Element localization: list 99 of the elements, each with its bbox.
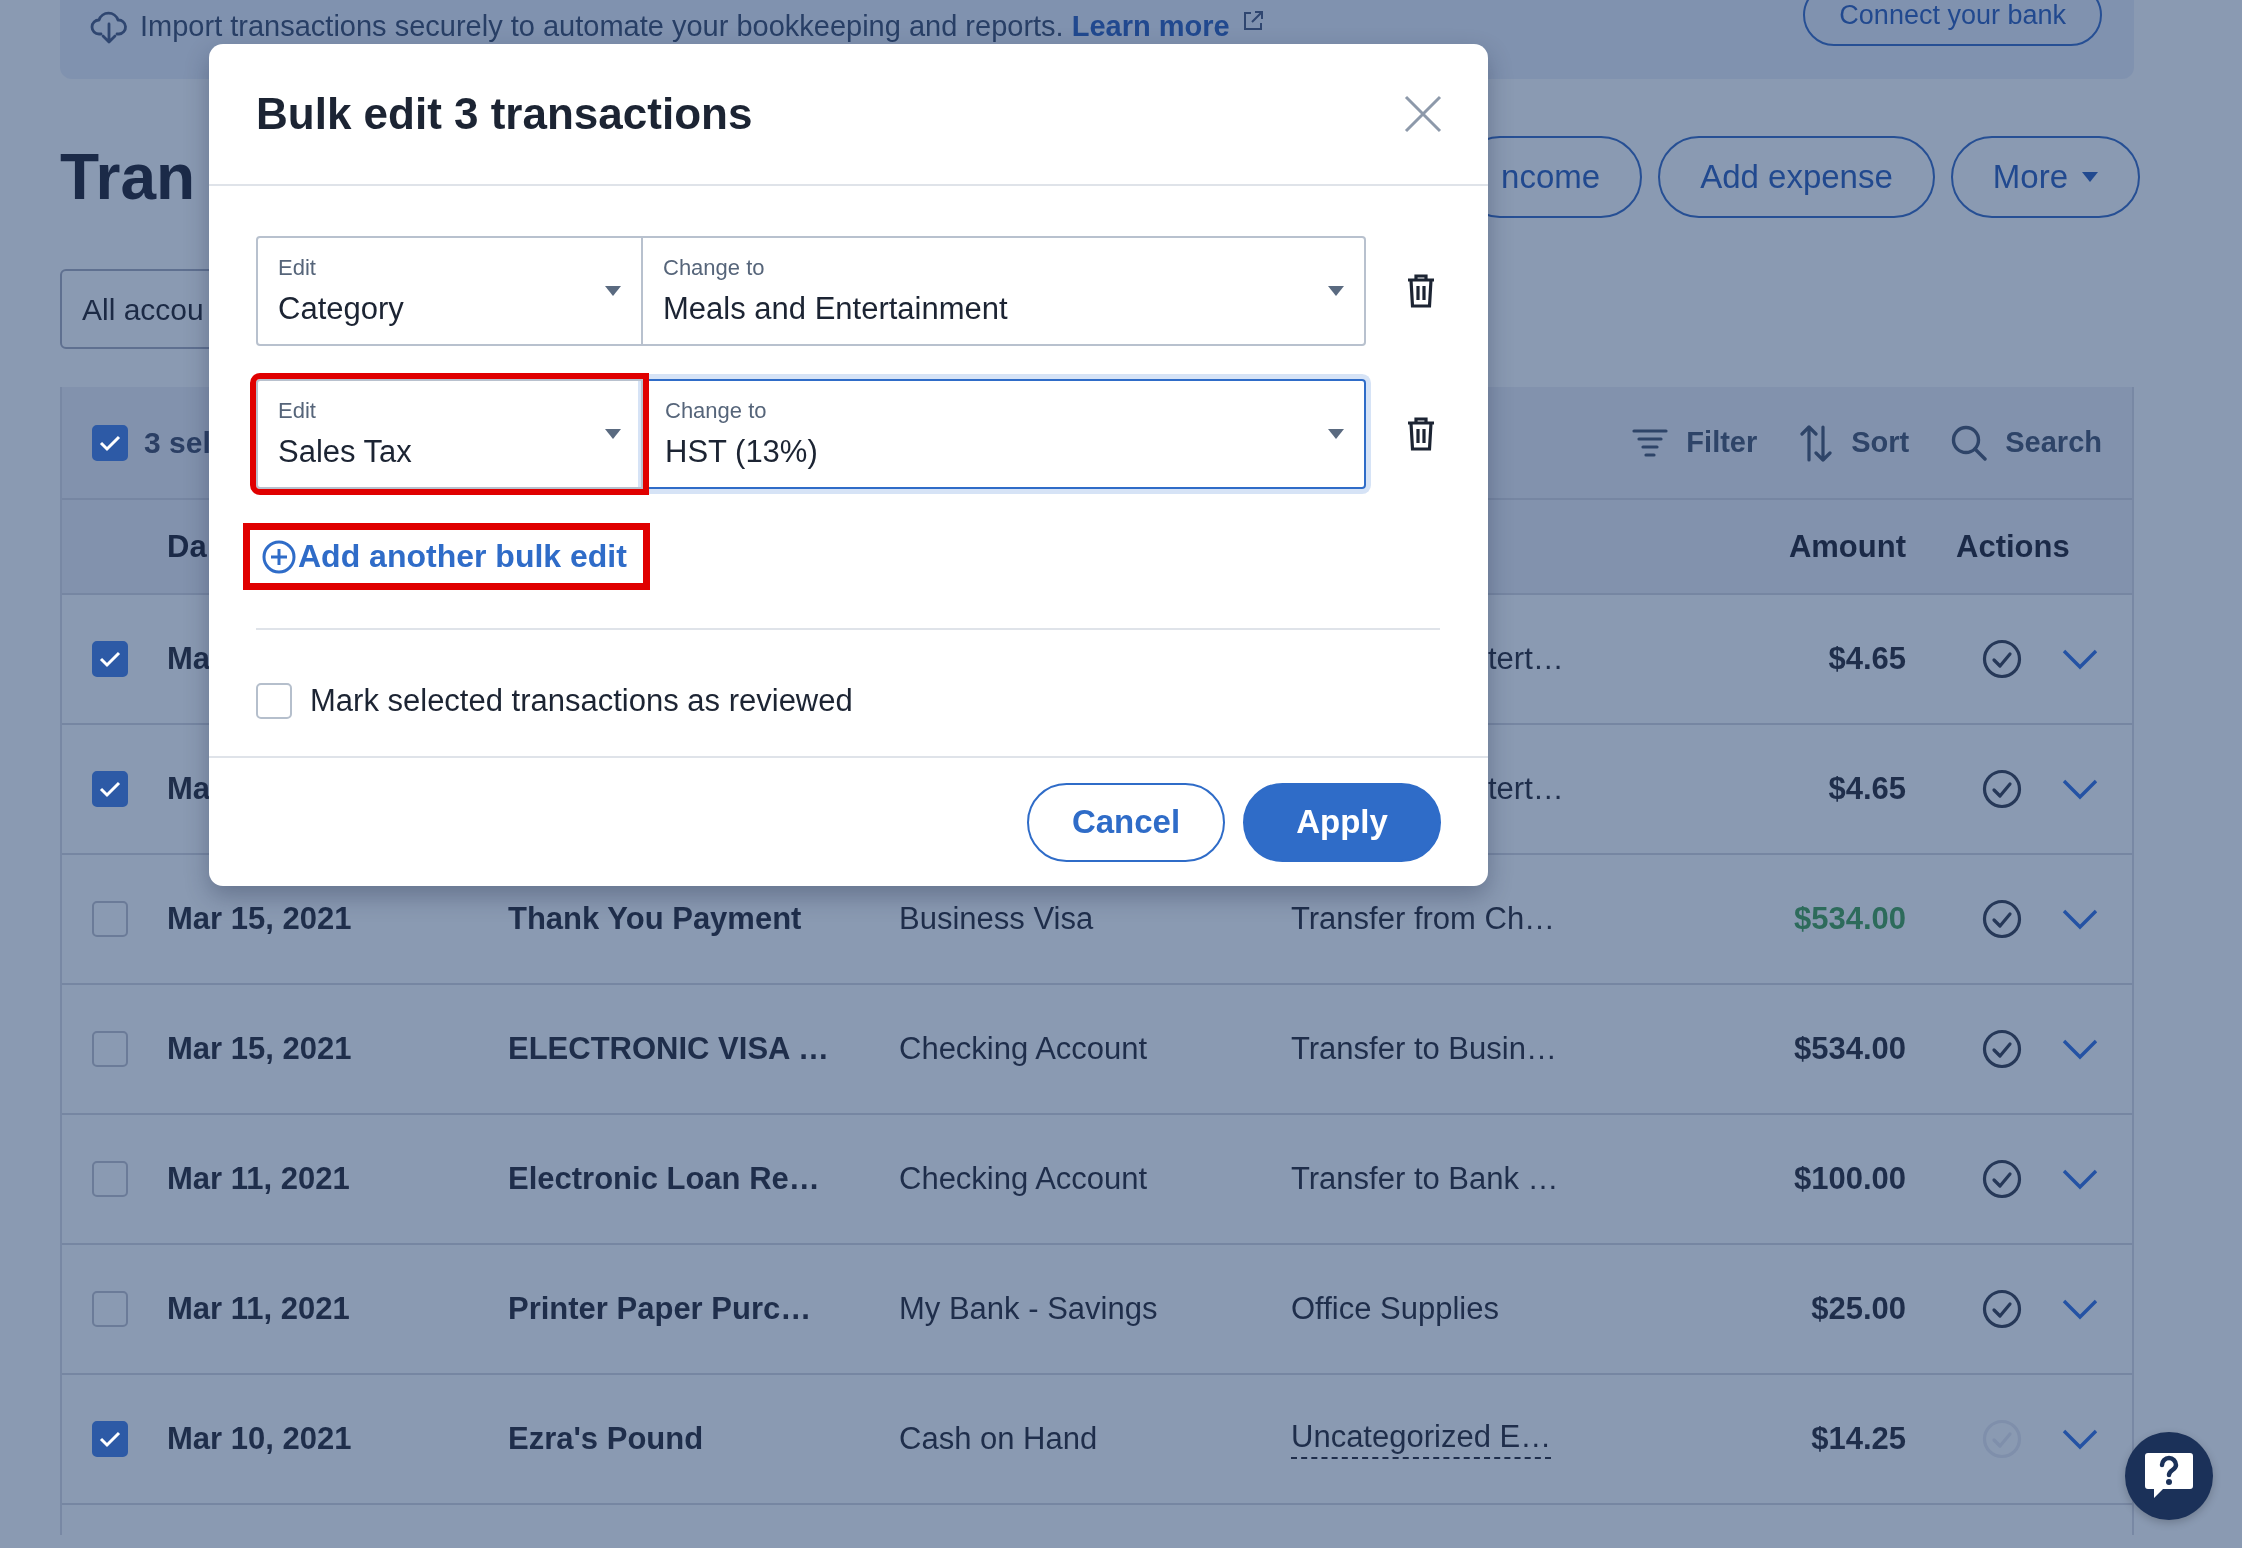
checkbox[interactable] xyxy=(92,1291,128,1327)
checkmark-icon xyxy=(98,649,122,669)
chevron-down-icon[interactable] xyxy=(2062,1038,2098,1060)
check-circle-icon[interactable] xyxy=(1982,1159,2022,1199)
field-label: Change to xyxy=(663,255,766,281)
table-cell: Mar 10, 2021 xyxy=(167,1421,352,1457)
edit-select[interactable]: Edit Category xyxy=(256,236,643,346)
check-circle-icon[interactable] xyxy=(1982,899,2022,939)
check-circle-icon[interactable] xyxy=(1982,1029,2022,1069)
table-cell: Business Visa xyxy=(899,901,1094,937)
apply-button[interactable]: Apply xyxy=(1243,782,1441,862)
checkbox[interactable] xyxy=(92,771,128,807)
selected-count: 3 sel xyxy=(144,425,211,460)
table-cell: Electronic Loan Re… xyxy=(508,1161,820,1197)
table-cell: Ezra's Pound xyxy=(508,1421,704,1457)
checkbox[interactable] xyxy=(92,901,128,937)
column-header: Actions xyxy=(1955,528,2071,565)
banner-message: Import transactions securely to automate your bookkeeping and reports. Learn more xyxy=(140,10,1230,42)
amount-cell: $534.00 xyxy=(1793,1031,1906,1067)
chevron-down-icon[interactable] xyxy=(2062,778,2098,800)
checkbox[interactable] xyxy=(92,424,128,461)
field-label: Edit xyxy=(278,255,317,281)
field-label: Change to xyxy=(665,398,768,424)
connect-bank-button[interactable]: Connect your bank xyxy=(1803,0,2102,46)
amount-cell: $14.25 xyxy=(1811,1421,1906,1457)
table-cell: Transfer to Bank … xyxy=(1291,1161,1559,1197)
table-cell: Thank You Payment xyxy=(508,901,802,937)
check-circle-icon[interactable] xyxy=(1982,769,2022,809)
table-cell: Mar 15, 2021 xyxy=(167,1031,352,1067)
header-button[interactable]: Add expense xyxy=(1658,136,1935,218)
caret-icon xyxy=(605,286,621,296)
checkbox-label: Mark selected transactions as reviewed xyxy=(310,683,853,719)
table-cell: Checking Account xyxy=(899,1031,1148,1067)
table-cell: Mar 11, 2021 xyxy=(167,1161,350,1197)
checkbox[interactable] xyxy=(92,1031,128,1067)
change-to-select[interactable]: Change to Meals and Entertainment xyxy=(643,236,1366,346)
close-icon[interactable] xyxy=(1404,95,1442,133)
caret-icon xyxy=(1328,286,1344,296)
check-circle-icon[interactable] xyxy=(1982,639,2022,679)
checkmark-icon xyxy=(98,779,122,799)
toolbar-search-button[interactable]: Search xyxy=(1951,424,2102,461)
learn-more-link[interactable]: Learn more xyxy=(1071,10,1230,42)
caret-icon xyxy=(2082,172,2098,182)
table-cell: Mar 15, 2021 xyxy=(167,901,352,937)
table-cell: Office Supplies xyxy=(1291,1291,1499,1327)
table-cell: Cash on Hand xyxy=(899,1421,1098,1457)
field-value: HST (13%) xyxy=(665,434,819,470)
column-header[interactable]: Amount xyxy=(1641,528,1906,565)
checkbox[interactable] xyxy=(92,1161,128,1197)
cancel-button[interactable]: Cancel xyxy=(1027,782,1225,862)
trash-icon[interactable] xyxy=(1406,273,1436,309)
table-cell: tert… xyxy=(1488,641,1564,677)
help-button[interactable] xyxy=(2125,1432,2213,1520)
table-cell: Printer Paper Purc… xyxy=(508,1291,812,1327)
chevron-down-icon[interactable] xyxy=(2062,908,2098,930)
toolbar-filter-button[interactable]: Filter xyxy=(1632,426,1758,459)
external-link-icon[interactable] xyxy=(1241,10,1264,32)
table-cell: tert… xyxy=(1488,771,1564,807)
help-bubble-icon xyxy=(2143,1451,2195,1501)
trash-icon[interactable] xyxy=(1406,416,1436,452)
category-link[interactable]: Uncategorized E… xyxy=(1291,1419,1552,1459)
table-cell: Ma xyxy=(167,641,211,677)
toolbar-sort-button[interactable]: Sort xyxy=(1799,423,1910,462)
more-button[interactable]: More xyxy=(1950,136,2140,218)
checkmark-icon xyxy=(98,1429,122,1449)
field-value: Category xyxy=(278,291,405,327)
sort-icon xyxy=(1799,423,1834,462)
plus-circle-icon xyxy=(262,539,296,574)
table-cell: ELECTRONIC VISA … xyxy=(508,1031,829,1067)
checkbox[interactable] xyxy=(256,683,292,719)
table-cell: Checking Account xyxy=(899,1161,1148,1197)
chevron-down-icon[interactable] xyxy=(2062,1168,2098,1190)
table-cell: Transfer to Busin… xyxy=(1291,1031,1557,1067)
chevron-down-icon[interactable] xyxy=(2062,1298,2098,1320)
page-title: Tran xyxy=(60,140,196,214)
checkbox[interactable] xyxy=(92,641,128,677)
caret-icon xyxy=(1328,429,1344,439)
field-value: Meals and Entertainment xyxy=(663,291,1009,327)
amount-cell: $25.00 xyxy=(1811,1291,1906,1327)
dialog-title: Bulk edit 3 transactions xyxy=(256,89,753,139)
amount-cell: $100.00 xyxy=(1793,1161,1906,1197)
table-cell: Transfer from Ch… xyxy=(1291,901,1556,937)
search-icon xyxy=(1951,424,1988,461)
amount-cell: $4.65 xyxy=(1828,771,1906,807)
chevron-down-icon[interactable] xyxy=(2062,648,2098,670)
table-cell: Mar 11, 2021 xyxy=(167,1291,350,1327)
filter-icon xyxy=(1632,427,1669,458)
add-bulk-edit-link[interactable]: Add another bulk edit xyxy=(250,530,643,583)
amount-cell: $4.65 xyxy=(1828,641,1906,677)
table-cell: My Bank - Savings xyxy=(899,1291,1158,1327)
caret-icon xyxy=(605,429,621,439)
field-label: Edit xyxy=(278,398,317,424)
chevron-down-icon[interactable] xyxy=(2062,1428,2098,1450)
cloud-download-icon xyxy=(90,10,128,44)
table-cell: Ma xyxy=(167,771,211,807)
field-value: Sales Tax xyxy=(278,434,413,470)
checkbox[interactable] xyxy=(92,1421,128,1457)
amount-cell: $534.00 xyxy=(1793,901,1906,937)
check-circle-icon[interactable] xyxy=(1982,1289,2022,1329)
